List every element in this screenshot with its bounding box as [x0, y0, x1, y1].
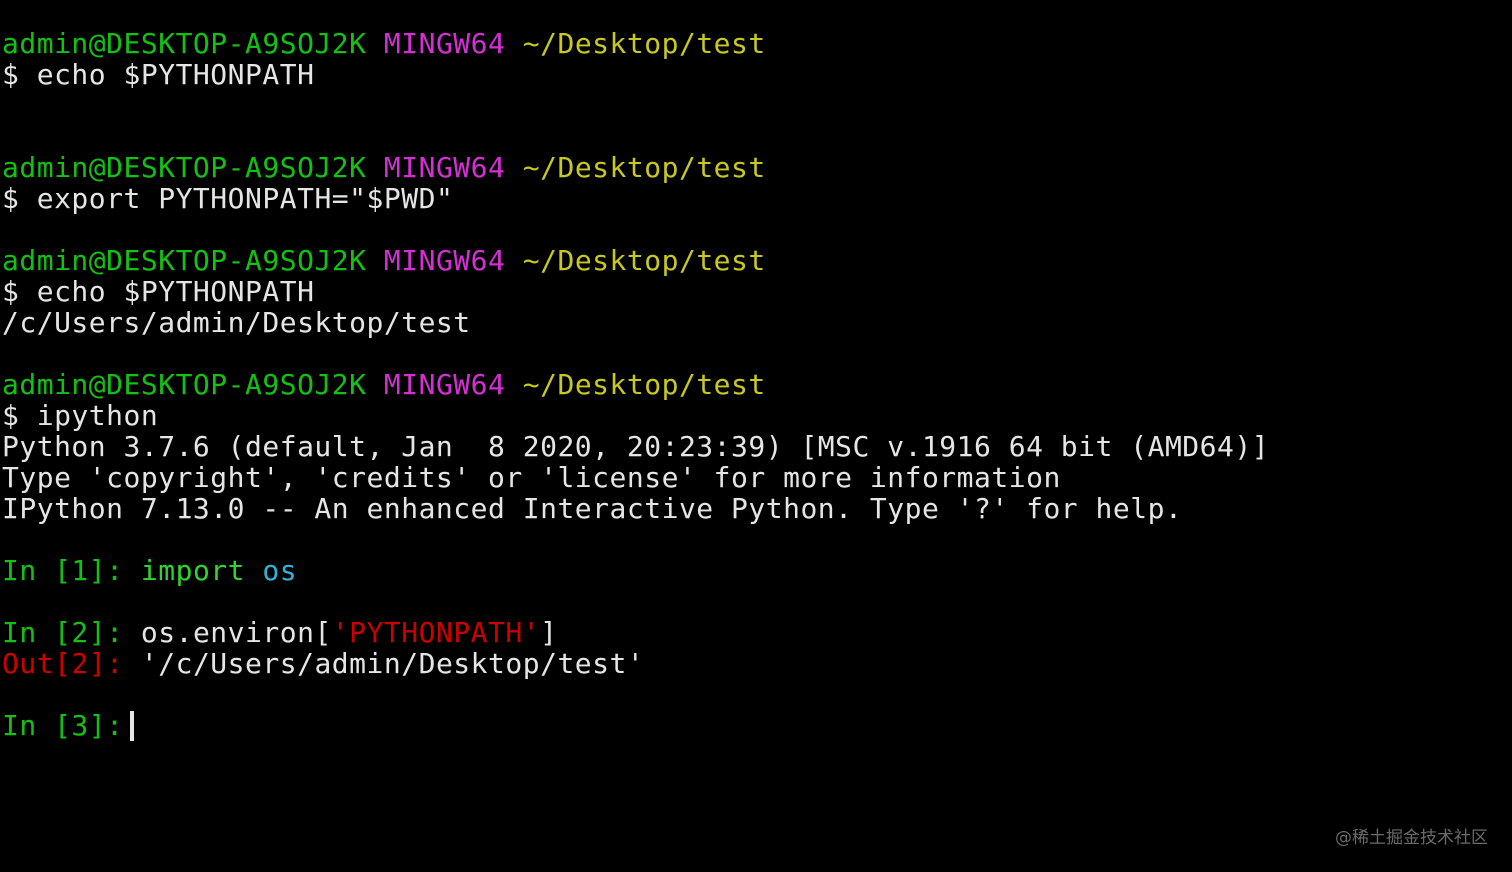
dollar-sign: $ — [2, 399, 20, 432]
python-string: 'PYTHONPATH' — [331, 616, 541, 649]
msystem-label: MINGW64 — [383, 368, 506, 401]
cwd-path: ~/Desktop/test — [522, 27, 766, 60]
ipython-in-prompt: In [1]: — [2, 554, 124, 587]
terminal-output[interactable]: admin@DESKTOP-A9SOJ2K MINGW64 ~/Desktop/… — [2, 28, 1502, 741]
empty-output-line — [2, 90, 1502, 121]
user-host: admin@DESKTOP-A9SOJ2K — [2, 368, 367, 401]
shell-prompt-line: admin@DESKTOP-A9SOJ2K MINGW64 ~/Desktop/… — [2, 152, 1502, 183]
dollar-sign: $ — [2, 275, 20, 308]
ipython-out-prompt: Out[2]: — [2, 647, 124, 680]
msystem-label: MINGW64 — [383, 27, 506, 60]
command-line: $ echo $PYTHONPATH — [2, 276, 1502, 307]
ipython-input-line[interactable]: In [3]: — [2, 710, 1502, 741]
ipython-input-line: In [1]: import os — [2, 555, 1502, 586]
watermark: @稀土掘金技术社区 — [1335, 828, 1488, 848]
msystem-label: MINGW64 — [383, 151, 506, 184]
user-host: admin@DESKTOP-A9SOJ2K — [2, 244, 367, 277]
msystem-label: MINGW64 — [383, 244, 506, 277]
shell-prompt-line: admin@DESKTOP-A9SOJ2K MINGW64 ~/Desktop/… — [2, 245, 1502, 276]
python-keyword: import — [140, 554, 246, 587]
command-line: $ echo $PYTHONPATH — [2, 59, 1502, 90]
ipython-in-prompt: In [2]: — [2, 616, 124, 649]
shell-prompt-line: admin@DESKTOP-A9SOJ2K MINGW64 ~/Desktop/… — [2, 369, 1502, 400]
command-text: echo $PYTHONPATH — [36, 58, 315, 91]
python-code: ] — [540, 616, 558, 649]
ipython-in-prompt: In [3]: — [2, 709, 124, 742]
cwd-path: ~/Desktop/test — [522, 244, 766, 277]
user-host: admin@DESKTOP-A9SOJ2K — [2, 27, 367, 60]
ipython-banner-python: Python 3.7.6 (default, Jan 8 2020, 20:23… — [2, 430, 1270, 463]
cwd-path: ~/Desktop/test — [522, 151, 766, 184]
command-line: $ ipython — [2, 400, 1502, 431]
dollar-sign: $ — [2, 182, 20, 215]
python-code: os.environ[ — [140, 616, 332, 649]
command-line: $ export PYTHONPATH="$PWD" — [2, 183, 1502, 214]
shell-prompt-line: admin@DESKTOP-A9SOJ2K MINGW64 ~/Desktop/… — [2, 28, 1502, 59]
command-text: export PYTHONPATH="$PWD" — [36, 182, 454, 215]
command-text: ipython — [36, 399, 159, 432]
ipython-output-value: '/c/Users/admin/Desktop/test' — [140, 647, 645, 680]
command-text: echo $PYTHONPATH — [36, 275, 315, 308]
ipython-input-line: In [2]: os.environ['PYTHONPATH'] — [2, 617, 1502, 648]
ipython-output-line: Out[2]: '/c/Users/admin/Desktop/test' — [2, 648, 1502, 679]
text-cursor[interactable] — [129, 711, 134, 741]
ipython-banner-version: IPython 7.13.0 -- An enhanced Interactiv… — [2, 492, 1183, 525]
python-module-name: os — [262, 554, 298, 587]
user-host: admin@DESKTOP-A9SOJ2K — [2, 151, 367, 184]
command-output: /c/Users/admin/Desktop/test — [2, 306, 471, 339]
ipython-banner-type: Type 'copyright', 'credits' or 'license'… — [2, 461, 1061, 494]
dollar-sign: $ — [2, 58, 20, 91]
cwd-path: ~/Desktop/test — [522, 368, 766, 401]
